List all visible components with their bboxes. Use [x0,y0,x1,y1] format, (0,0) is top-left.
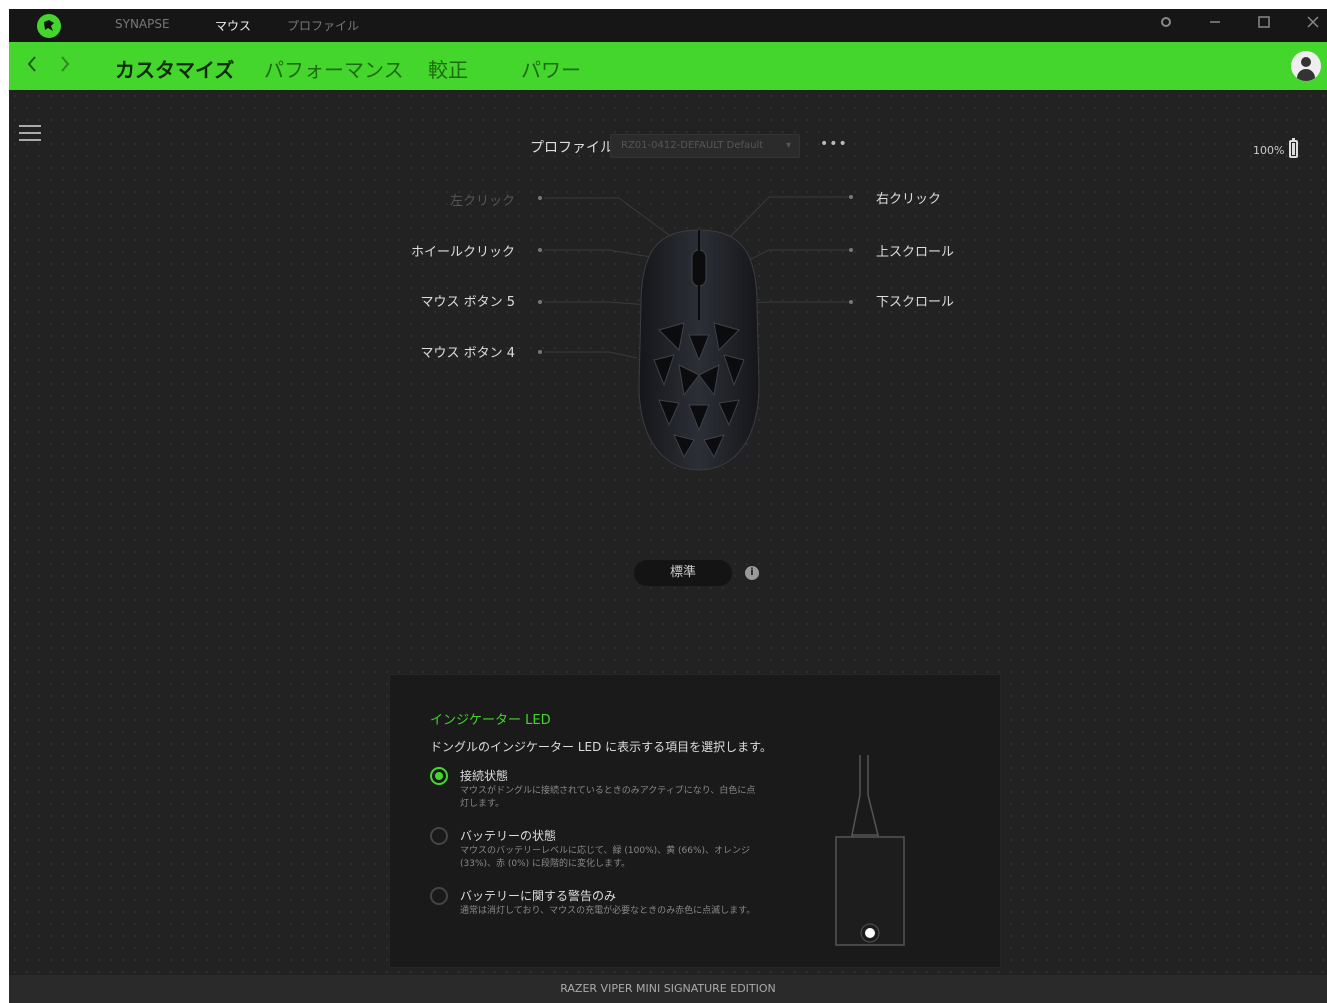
radio-battery-warning[interactable] [430,887,448,905]
mouse-button-5-label[interactable]: マウス ボタン 5 [365,291,515,310]
title-bar: SYNAPSE マウス プロファイル [9,9,1327,42]
tab-mouse[interactable]: マウス [215,17,251,34]
back-arrow-icon[interactable] [26,54,38,79]
tab-synapse[interactable]: SYNAPSE [115,17,170,31]
info-icon[interactable]: i [745,566,759,580]
panel-description: ドングルのインジケーター LED に表示する項目を選択します。 [430,740,772,754]
tab-performance[interactable]: パフォーマンス [264,54,404,83]
option-title: 接続状態 [460,769,509,783]
radio-connection[interactable] [430,767,448,785]
forward-arrow-icon[interactable] [59,54,71,79]
tab-customize[interactable]: カスタマイズ [115,54,234,83]
right-click-label[interactable]: 右クリック [876,188,941,207]
mouse-button-4-label[interactable]: マウス ボタン 4 [365,342,515,361]
panel-title: インジケーター LED [430,713,551,728]
settings-gear-icon[interactable] [1156,15,1176,35]
device-name-footer: RAZER VIPER MINI SIGNATURE EDITION [9,975,1327,1003]
standard-mode-button[interactable]: 標準 [634,560,732,586]
close-icon[interactable] [1303,15,1323,35]
indicator-led-panel: インジケーター LED ドングルのインジケーター LED に表示する項目を選択し… [389,674,1001,968]
option-description: マウスがドングルに接続されているときのみアクティブになり、白色に点灯します。 [460,786,756,809]
scroll-down-label[interactable]: 下スクロール [876,291,954,310]
synapse-window: SYNAPSE マウス プロファイル カスタマイズ パフォーマンス 較正 パワー [9,9,1327,1003]
user-avatar-icon[interactable] [1291,51,1321,81]
mouse-image [638,229,760,471]
option-title: バッテリーに関する警告のみ [460,889,617,903]
minimize-icon[interactable] [1205,15,1225,35]
dongle-image [835,755,905,946]
maximize-icon[interactable] [1254,15,1274,35]
wheel-click-label[interactable]: ホイールクリック [365,241,515,260]
sub-navigation: カスタマイズ パフォーマンス 較正 パワー [9,42,1327,90]
tab-calibration[interactable]: 較正 [428,54,468,83]
tab-power[interactable]: パワー [521,54,581,83]
scroll-up-label[interactable]: 上スクロール [876,241,954,260]
option-title: バッテリーの状態 [460,829,557,843]
tab-profiles[interactable]: プロファイル [287,17,359,34]
razer-logo-icon[interactable] [37,14,61,38]
option-description: マウスのバッテリーレベルに応じて、緑 (100%)、黄 (66%)、オレンジ (… [460,846,751,869]
customize-panel: プロファイル RZ01-0412-DEFAULT Default ▾ ••• 1… [9,90,1327,975]
left-click-label[interactable]: 左クリック [365,190,515,209]
option-description: 通常は消灯しており、マウスの充電が必要なときのみ赤色に点滅します。 [460,906,756,916]
radio-battery-status[interactable] [430,827,448,845]
